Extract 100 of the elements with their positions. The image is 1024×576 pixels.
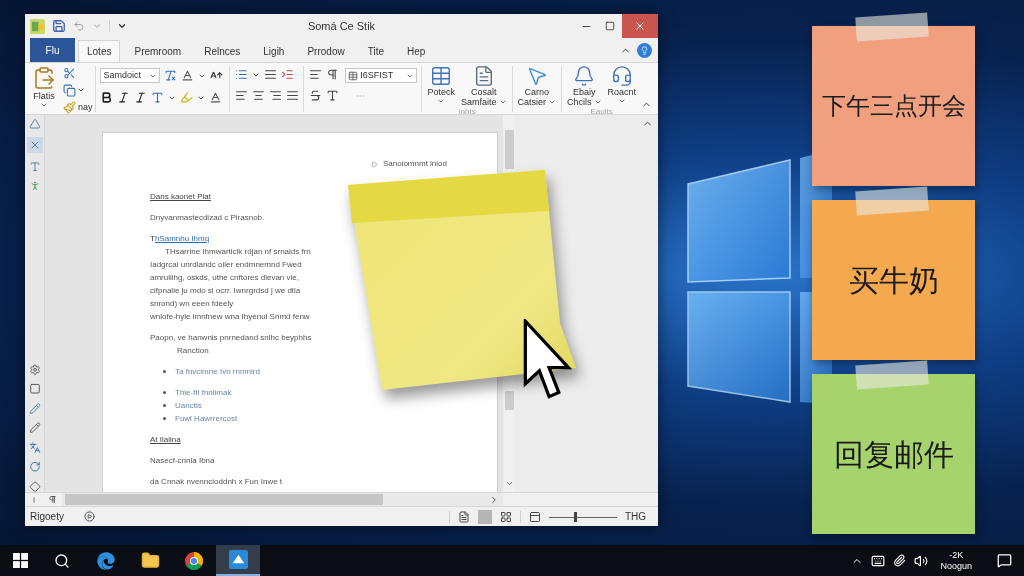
caret-icon[interactable] [498, 98, 507, 106]
pilcrow-icon[interactable] [48, 495, 57, 504]
font-color-icon[interactable] [209, 91, 223, 104]
clock-date[interactable]: Noogun [940, 560, 972, 572]
ribbon-tab[interactable]: Lotes [78, 40, 121, 62]
caret-icon[interactable] [437, 97, 446, 105]
font-icon[interactable] [325, 89, 339, 102]
document-heading: Dans kaonet Plat [150, 191, 211, 203]
font-name-field[interactable]: Samdoict [100, 68, 161, 83]
cross-icon[interactable] [26, 137, 43, 153]
ribbon-tab[interactable]: Tite [358, 40, 393, 62]
caret-icon[interactable] [40, 101, 48, 109]
headset-icon[interactable] [610, 65, 633, 87]
ribbon-tab[interactable]: Prrodow [298, 40, 354, 62]
indent-icon[interactable] [280, 68, 294, 81]
speaker-icon[interactable] [914, 553, 929, 568]
format-painter-button[interactable]: nay [63, 100, 93, 114]
taskbar-button[interactable] [216, 545, 260, 576]
align-justify-icon[interactable] [263, 68, 277, 81]
paperclip-icon[interactable] [893, 554, 907, 567]
triangle-icon[interactable] [28, 118, 41, 130]
caret-icon[interactable] [548, 98, 556, 106]
align-left-icon[interactable] [308, 68, 322, 81]
maximize-icon[interactable] [605, 21, 615, 31]
pencil-icon[interactable] [28, 402, 41, 415]
align-right-icon[interactable] [268, 89, 282, 102]
notification-icon[interactable] [996, 553, 1012, 568]
clear-format-icon[interactable] [164, 69, 178, 82]
document-link[interactable]: hSamnhu Ihmq [154, 232, 210, 245]
bell-icon[interactable] [573, 65, 596, 87]
file-tab[interactable]: Flu [30, 38, 75, 62]
start-icon[interactable] [12, 553, 28, 568]
font-color-icon[interactable] [181, 69, 195, 82]
copy-icon[interactable] [63, 83, 76, 97]
square-icon[interactable] [28, 383, 41, 395]
style-field[interactable]: I6SFIST [345, 68, 418, 83]
scrollbar-thumb[interactable] [504, 391, 514, 410]
sticky-note[interactable] [348, 170, 576, 390]
caret-icon[interactable] [617, 97, 626, 105]
ribbon-tab[interactable]: Ligih [254, 40, 294, 62]
list-icon[interactable] [234, 68, 248, 81]
languages-icon[interactable] [28, 441, 41, 454]
caret-icon[interactable] [117, 21, 127, 31]
clipboard-icon[interactable] [32, 65, 56, 91]
page-icon[interactable] [457, 510, 470, 523]
status-text: Rigoety [30, 510, 64, 524]
bullet-icon [163, 370, 166, 373]
zoom-level[interactable]: THG [624, 509, 646, 524]
ribbon-button[interactable]: Ebaiy Chcils [564, 63, 605, 107]
body-text: T [150, 233, 155, 245]
window-title: Somá Ce Stik [307, 18, 376, 34]
italic-icon[interactable] [134, 91, 148, 104]
align-justify-icon[interactable] [285, 89, 299, 102]
ribbon-button[interactable]: Carno Catsier [514, 63, 559, 107]
sticky-note[interactable]: 回复邮件 [812, 374, 975, 534]
close-icon[interactable] [634, 20, 646, 32]
ribbon-button[interactable]: Roacnt [604, 63, 640, 107]
ribbon-button[interactable]: Cosalt Samfaite [458, 63, 510, 107]
chevron-down-icon[interactable] [504, 479, 514, 488]
ribbon-button[interactable]: Poteck [424, 63, 458, 107]
table-icon[interactable] [430, 65, 453, 87]
sticky-note[interactable]: 买牛奶 [812, 200, 975, 360]
scrollbar-thumb[interactable] [504, 130, 514, 169]
zoom-slider[interactable] [548, 510, 617, 523]
paste-button[interactable]: Flatis [29, 65, 59, 114]
ribbon-tab[interactable]: Relnces [195, 40, 250, 62]
caret-icon[interactable] [593, 98, 602, 106]
search-icon[interactable] [54, 552, 70, 569]
browser-icon[interactable] [185, 551, 203, 570]
scrollbar-thumb[interactable] [65, 494, 383, 505]
italic-icon[interactable] [117, 91, 131, 104]
browser-icon[interactable] [97, 551, 115, 570]
ribbon-tab[interactable]: Premroom [125, 40, 191, 62]
lightbulb-icon[interactable] [637, 42, 652, 58]
bold-icon[interactable] [100, 91, 114, 104]
strikethrough-icon[interactable] [308, 89, 322, 102]
chevron-right-icon[interactable] [489, 494, 499, 505]
panel-icon[interactable] [528, 510, 541, 523]
font-icon[interactable] [151, 91, 165, 104]
settings-icon[interactable] [28, 363, 41, 376]
keyboard-icon[interactable] [871, 553, 886, 568]
body-text: snrond) wn eeen fdeely [150, 298, 234, 310]
pilcrow-icon[interactable] [325, 68, 339, 81]
clock-time[interactable]: -2K [949, 549, 964, 561]
align-center-icon[interactable] [251, 89, 265, 102]
ribbon-tab[interactable]: Hep [398, 40, 435, 62]
app-icon[interactable] [228, 550, 248, 569]
caret-icon[interactable] [77, 86, 85, 94]
pencil-icon[interactable] [28, 422, 41, 434]
diamond-icon[interactable] [28, 480, 41, 492]
rotate-icon[interactable] [28, 461, 41, 473]
circle-play-icon[interactable] [83, 511, 95, 522]
scissors-icon[interactable] [63, 67, 76, 80]
grid-icon[interactable] [499, 510, 512, 523]
slider-thumb[interactable] [573, 511, 577, 522]
save-icon[interactable] [52, 19, 66, 33]
list-item-text: Fuwl Hawrrercost [175, 413, 238, 425]
folder-icon[interactable] [140, 551, 160, 570]
align-left-icon[interactable] [234, 89, 248, 102]
sticky-note[interactable]: 下午三点开会 [812, 26, 975, 186]
